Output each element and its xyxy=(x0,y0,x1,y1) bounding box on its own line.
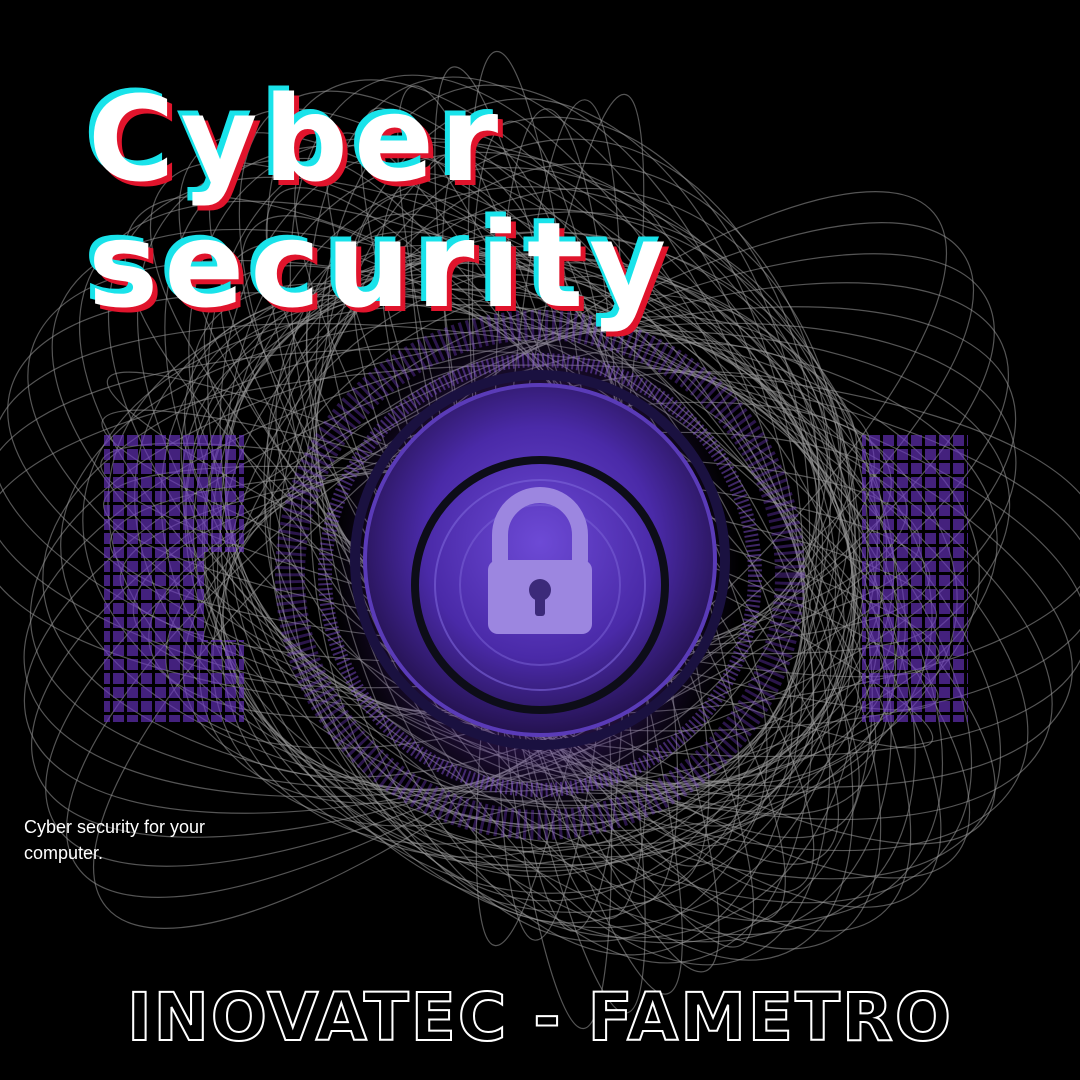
poster-canvas: Cyber security Cyber security for your c… xyxy=(0,0,1080,1080)
caption-text: Cyber security for your computer. xyxy=(24,817,206,863)
title-line-1: Cyber xyxy=(88,70,505,208)
left-tile-block xyxy=(104,432,244,722)
title-line-2: security xyxy=(88,196,673,334)
footer-brand: INOVATEC - FAMETRO xyxy=(126,978,953,1057)
right-tile-block xyxy=(862,432,968,722)
